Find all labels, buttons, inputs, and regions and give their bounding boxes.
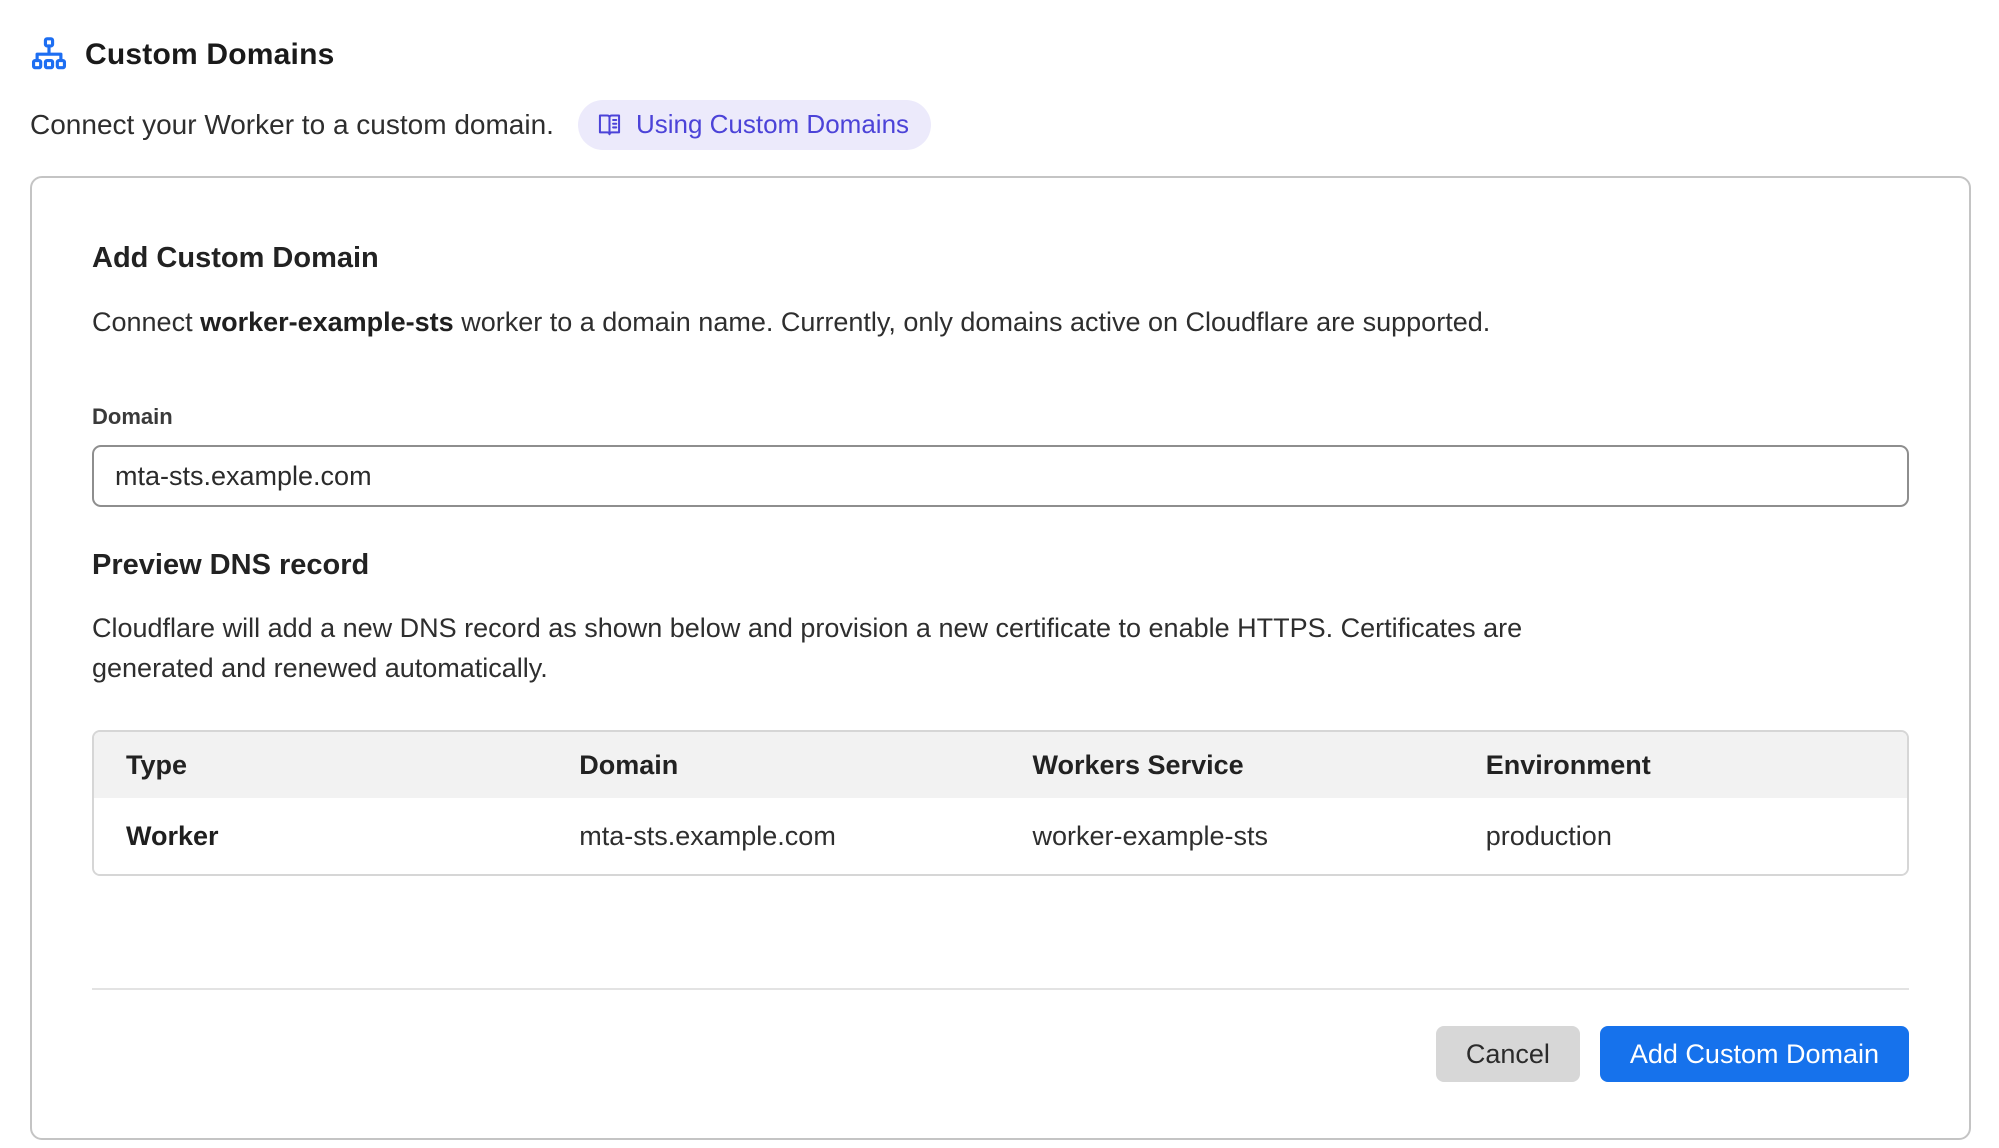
page-subtitle-row: Connect your Worker to a custom domain. … [30,100,1971,150]
table-header-row: Type Domain Workers Service Environment [94,732,1907,798]
add-custom-domain-heading: Add Custom Domain [92,242,1909,275]
description-prefix: Connect [92,307,200,337]
cell-workers-service: worker-example-sts [1001,798,1454,874]
page-header: Custom Domains [30,36,1971,74]
using-custom-domains-link[interactable]: Using Custom Domains [578,100,931,150]
open-book-icon [596,111,623,138]
cell-environment: production [1454,798,1907,874]
add-custom-domain-button[interactable]: Add Custom Domain [1600,1026,1909,1082]
worker-name: worker-example-sts [200,307,454,337]
cell-type: Worker [94,798,547,874]
custom-domains-page: Custom Domains Connect your Worker to a … [0,0,1999,1140]
worker-connect-description: Connect worker-example-sts worker to a d… [92,302,1909,342]
page-subtitle: Connect your Worker to a custom domain. [30,109,554,141]
dns-preview-table: Type Domain Workers Service Environment … [92,730,1909,876]
domain-input[interactable] [92,445,1909,507]
page-title: Custom Domains [85,38,335,72]
description-suffix: worker to a domain name. Currently, only… [454,307,1491,337]
column-header-domain: Domain [547,732,1000,798]
add-custom-domain-card: Add Custom Domain Connect worker-example… [30,176,1971,1140]
footer-actions: Cancel Add Custom Domain [92,1026,1909,1082]
sitemap-icon [30,36,68,74]
domain-field-label: Domain [92,404,1909,430]
preview-dns-record-heading: Preview DNS record [92,549,1909,582]
table-row: Worker mta-sts.example.com worker-exampl… [94,798,1907,874]
preview-dns-description: Cloudflare will add a new DNS record as … [92,608,1582,688]
column-header-type: Type [94,732,547,798]
using-custom-domains-label: Using Custom Domains [636,109,909,140]
column-header-workers-service: Workers Service [1001,732,1454,798]
column-header-environment: Environment [1454,732,1907,798]
footer-divider [92,988,1909,990]
cell-domain: mta-sts.example.com [547,798,1000,874]
cancel-button[interactable]: Cancel [1436,1026,1580,1082]
